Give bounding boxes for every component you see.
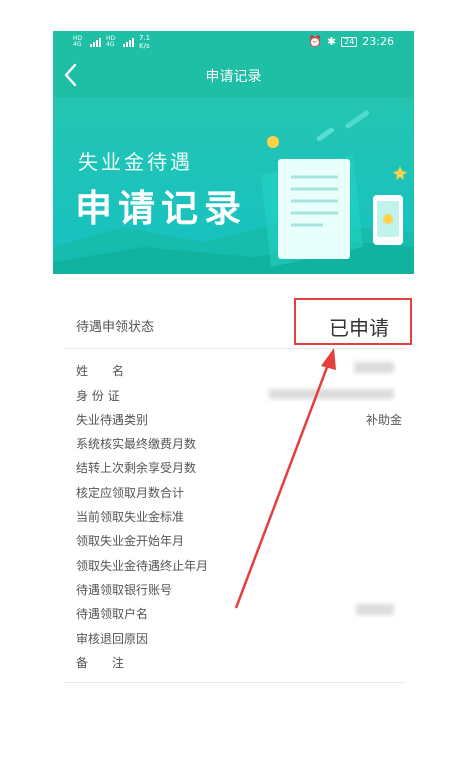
speed-value: 7.1: [139, 34, 151, 42]
detail-label: 领取失业金待遇终止年月: [76, 559, 209, 573]
signal-icon-2: [123, 37, 134, 47]
status-left: HD 4G HD 4G 7.1 K/s: [73, 34, 150, 50]
detail-label: 领取失业金开始年月: [76, 534, 185, 548]
detail-label: 结转上次剩余享受月数: [76, 461, 197, 475]
nav-bar: 申请记录: [53, 53, 414, 97]
status-label: 待遇申领状态: [76, 320, 155, 335]
alarm-icon: ⏰: [308, 35, 322, 48]
detail-label: 审核退回原因: [76, 632, 149, 646]
status-value: 已申请: [329, 316, 389, 340]
detail-label: 核定应领取月数合计: [76, 486, 185, 500]
detail-label: 当前领取失业金标准: [76, 510, 185, 524]
network-speed: 7.1 K/s: [139, 34, 150, 50]
detail-label: 系统核实最终缴费月数: [76, 437, 197, 451]
detail-value: 补助金: [365, 413, 402, 427]
clock: 23:26: [362, 35, 394, 48]
redacted-value: [269, 389, 394, 399]
bluetooth-icon: ✱: [326, 35, 337, 48]
status-bar: HD 4G HD 4G 7.1 K/s ⏰ ✱ 24 23:26: [53, 31, 414, 53]
detail-label: 失业待遇类别: [76, 413, 149, 427]
network-label-1: HD 4G: [73, 35, 83, 48]
redacted-value: [356, 604, 394, 615]
redacted-value: [354, 362, 394, 373]
banner: 失业金待遇 申请记录: [53, 97, 414, 274]
status-right: ⏰ ✱ 24 23:26: [308, 35, 394, 48]
battery-icon: 24: [341, 36, 358, 47]
banner-subtitle: 失业金待遇: [78, 150, 193, 174]
divider: [64, 348, 406, 349]
detail-label: 备 注: [76, 656, 125, 670]
network-label-2: HD 4G: [106, 35, 116, 48]
speed-unit: K/s: [139, 42, 150, 50]
detail-label: 身 份 证: [76, 389, 120, 403]
app-screen: HD 4G HD 4G 7.1 K/s ⏰ ✱ 24 23:26 申请记录 失业…: [53, 31, 414, 274]
divider: [64, 682, 406, 683]
detail-label: 待遇领取户名: [76, 607, 149, 621]
page-title: 申请记录: [205, 69, 262, 85]
detail-label: 待遇领取银行账号: [76, 583, 173, 597]
banner-title: 申请记录: [75, 187, 247, 230]
detail-label: 姓 名: [76, 364, 125, 378]
signal-icon: [90, 37, 101, 47]
